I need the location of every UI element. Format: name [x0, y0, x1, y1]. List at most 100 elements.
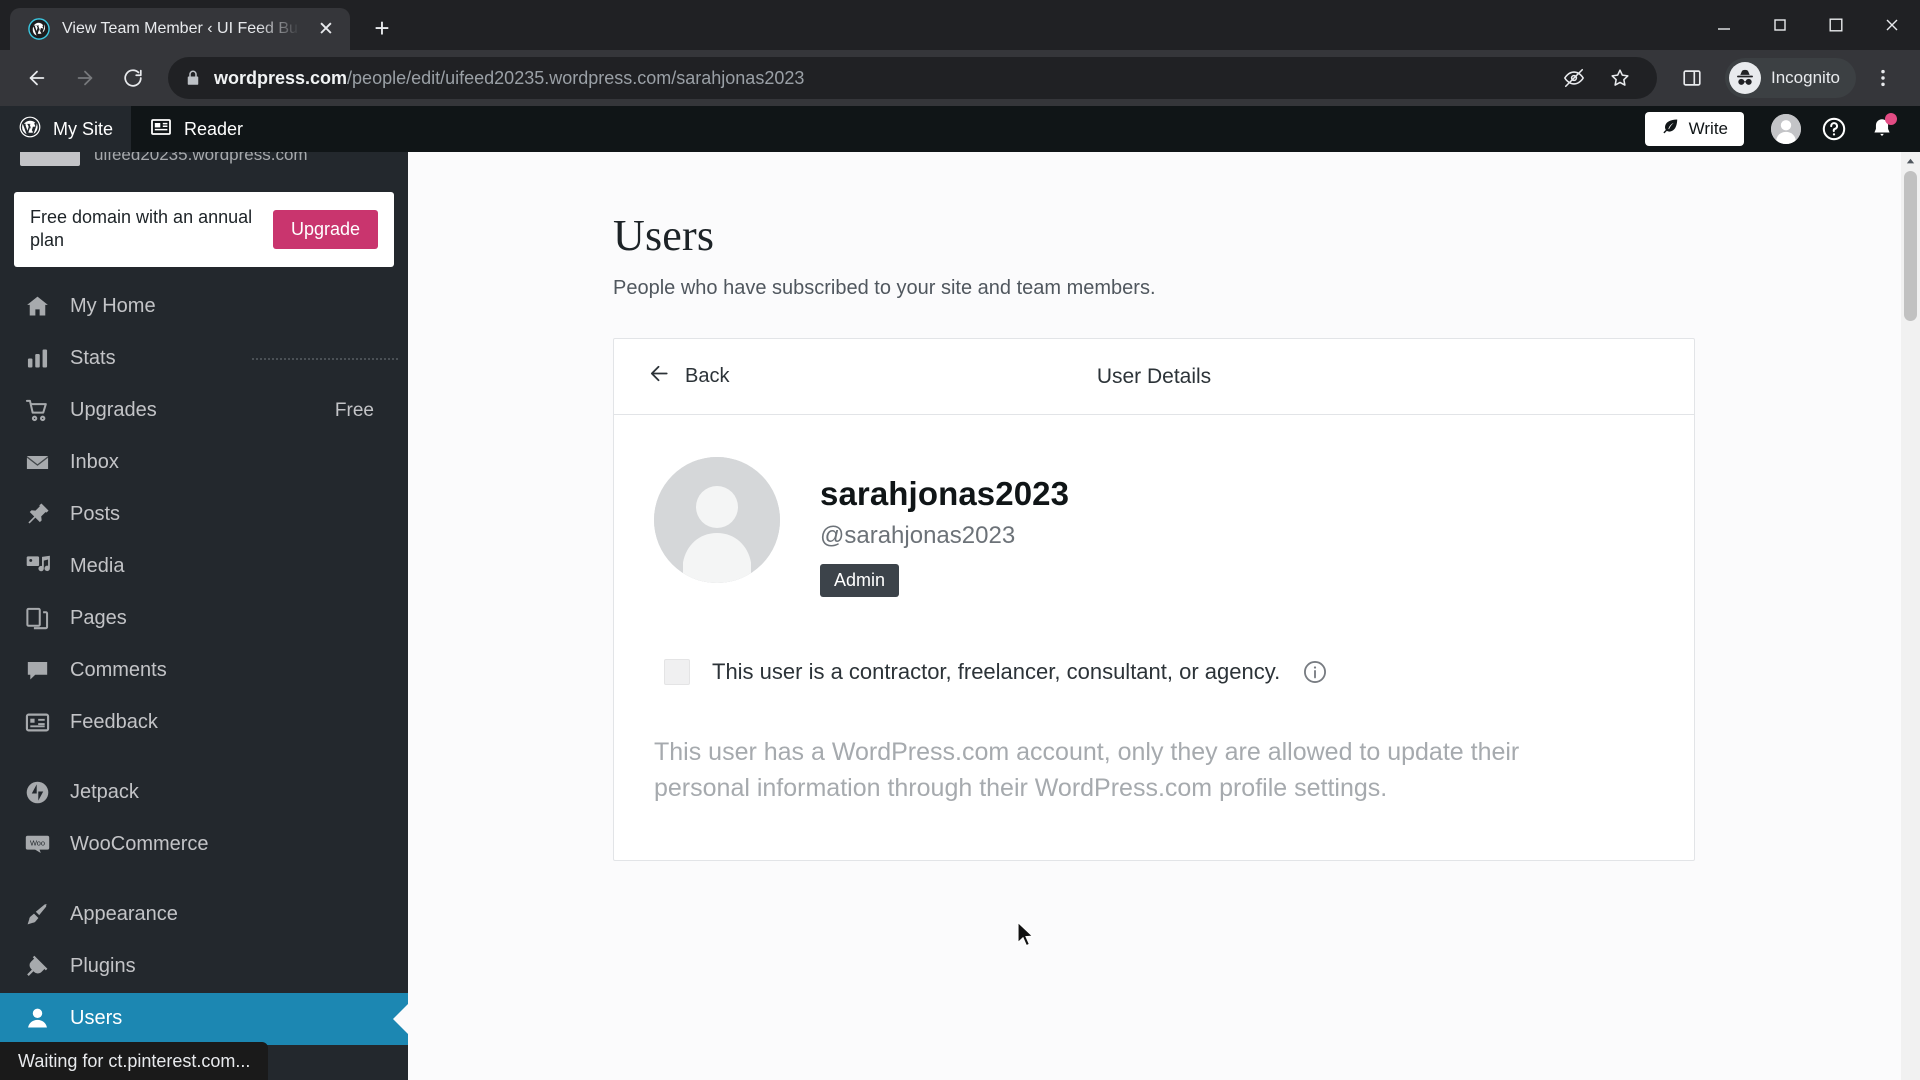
eye-off-icon[interactable]	[1553, 57, 1595, 99]
window-restore-icon[interactable]	[1752, 0, 1808, 50]
sidebar-item-users[interactable]: Users	[0, 992, 408, 1045]
incognito-icon	[1729, 62, 1761, 94]
comment-icon	[22, 656, 52, 686]
window-maximize-icon[interactable]	[1808, 0, 1864, 50]
user-identity: sarahjonas2023 @sarahjonas2023 Admin	[820, 457, 1069, 597]
plug-icon	[22, 952, 52, 982]
status-bar: Waiting for ct.pinterest.com...	[0, 1042, 269, 1080]
sidebar-item-media[interactable]: Media	[0, 541, 408, 593]
main-content: Users People who have subscribed to your…	[408, 152, 1920, 1080]
sidebar-selected-arrow	[393, 1002, 408, 1035]
notification-dot	[1885, 113, 1897, 125]
scrollbar-thumb[interactable]	[1904, 171, 1917, 321]
sidebar-item-jetpack[interactable]: Jetpack	[0, 767, 408, 819]
contractor-checkbox-row[interactable]: This user is a contractor, freelancer, c…	[654, 659, 1654, 685]
forward-arrow-icon[interactable]	[64, 57, 106, 99]
tab-close-icon[interactable]: ✕	[312, 15, 340, 43]
sidebar-item-feedback[interactable]: Feedback	[0, 697, 408, 749]
sidebar-item-woocommerce[interactable]: Woo WooCommerce	[0, 819, 408, 871]
url-domain: wordpress.com	[214, 67, 348, 88]
browser-toolbar: wordpress.com/people/edit/uifeed20235.wo…	[0, 50, 1920, 106]
feedback-icon	[22, 708, 52, 738]
sidebar-section-divider	[0, 871, 408, 889]
back-arrow-icon[interactable]	[16, 57, 58, 99]
window-close-icon[interactable]	[1864, 0, 1920, 50]
user-handle: @sarahjonas2023	[820, 522, 1016, 549]
star-icon[interactable]	[1599, 57, 1641, 99]
sidebar-label: Jetpack	[70, 781, 139, 804]
incognito-badge[interactable]: Incognito	[1725, 58, 1856, 98]
masterbar-my-site[interactable]: My Site	[0, 106, 132, 152]
upgrade-button[interactable]: Upgrade	[272, 209, 378, 249]
masterbar-avatar[interactable]	[1762, 106, 1810, 152]
contractor-label: This user is a contractor, freelancer, c…	[712, 659, 1281, 684]
browser-tab[interactable]: View Team Member ‹ UI Feed Bu ✕	[10, 8, 350, 50]
page-body: uifeed20235.wordpress.com Free domain wi…	[0, 152, 1920, 1080]
user-avatar	[654, 457, 780, 583]
page-scrollbar[interactable]	[1901, 152, 1920, 1080]
sidebar-item-appearance[interactable]: Appearance	[0, 889, 408, 941]
back-arrow-icon	[648, 362, 671, 391]
current-site[interactable]: uifeed20235.wordpress.com	[0, 152, 408, 170]
sidebar-item-upgrades[interactable]: Upgrades Free	[0, 385, 408, 437]
sidebar-item-posts[interactable]: Posts	[0, 489, 408, 541]
sidebar-label: Plugins	[70, 955, 136, 978]
help-button[interactable]	[1810, 106, 1858, 152]
sidebar-label: Appearance	[70, 903, 178, 926]
omnibox-actions	[1553, 57, 1641, 99]
sidebar-label: Comments	[70, 659, 167, 682]
back-button[interactable]: Back	[648, 362, 729, 391]
leaf-icon	[1661, 117, 1680, 141]
sidebar-label: Posts	[70, 503, 121, 526]
sidebar-badge: Free	[334, 399, 374, 421]
media-icon	[22, 552, 52, 582]
home-icon	[22, 292, 52, 322]
card-body: sarahjonas2023 @sarahjonas2023 Admin Thi…	[614, 415, 1694, 860]
sidebar-label: My Home	[70, 295, 156, 318]
browser-window: View Team Member ‹ UI Feed Bu ✕ + wordpr…	[0, 0, 1920, 1080]
side-panel-icon[interactable]	[1671, 57, 1713, 99]
status-badge: Admin	[820, 564, 900, 597]
sidebar-divider	[252, 357, 398, 360]
sidebar-item-inbox[interactable]: Inbox	[0, 437, 408, 489]
user-details-card: Back User Details sarahjonas2023 @sarahj…	[613, 338, 1695, 861]
lock-icon	[184, 69, 202, 87]
upgrade-promo-card: Free domain with an annual plan Upgrade	[14, 192, 394, 267]
sidebar-label: Upgrades	[70, 399, 157, 422]
new-tab-button[interactable]: +	[362, 8, 402, 48]
woocommerce-icon: Woo	[22, 830, 52, 860]
address-bar[interactable]: wordpress.com/people/edit/uifeed20235.wo…	[168, 57, 1657, 99]
window-minimize-icon[interactable]	[1696, 0, 1752, 50]
sidebar-item-my-home[interactable]: My Home	[0, 281, 408, 333]
write-button-label: Write	[1688, 119, 1728, 138]
page-viewport: My Site Reader Write uifeed20235.wordpre…	[0, 106, 1920, 1080]
card-header: Back User Details	[614, 339, 1694, 415]
tab-title: View Team Member ‹ UI Feed Bu	[62, 20, 298, 37]
sidebar-item-stats[interactable]: Stats	[0, 333, 408, 385]
write-button[interactable]: Write	[1644, 112, 1744, 146]
notifications-button[interactable]	[1858, 106, 1906, 152]
user-icon	[22, 1004, 52, 1034]
sidebar-label: Inbox	[70, 451, 119, 474]
site-thumbnail	[20, 152, 80, 166]
info-icon[interactable]	[1302, 659, 1328, 685]
reload-icon[interactable]	[112, 57, 154, 99]
masterbar-actions: Write	[1644, 106, 1920, 152]
svg-text:Woo: Woo	[29, 839, 44, 848]
account-note: This user has a WordPress.com account, o…	[654, 738, 1520, 802]
contractor-checkbox[interactable]	[664, 659, 690, 685]
masterbar-reader[interactable]: Reader	[131, 106, 261, 152]
scroll-up-arrow-icon[interactable]	[1901, 152, 1920, 171]
window-controls	[1696, 0, 1920, 50]
masterbar-my-site-label: My Site	[53, 118, 114, 139]
sidebar-item-pages[interactable]: Pages	[0, 593, 408, 645]
sidebar-item-plugins[interactable]: Plugins	[0, 941, 408, 993]
three-dot-menu-icon[interactable]	[1862, 57, 1904, 99]
mail-icon	[22, 448, 52, 478]
pages-icon	[22, 604, 52, 634]
incognito-label: Incognito	[1771, 68, 1840, 87]
avatar	[1771, 114, 1801, 144]
page-subtitle: People who have subscribed to your site …	[613, 277, 1156, 299]
masterbar-reader-label: Reader	[184, 118, 244, 139]
sidebar-item-comments[interactable]: Comments	[0, 645, 408, 697]
